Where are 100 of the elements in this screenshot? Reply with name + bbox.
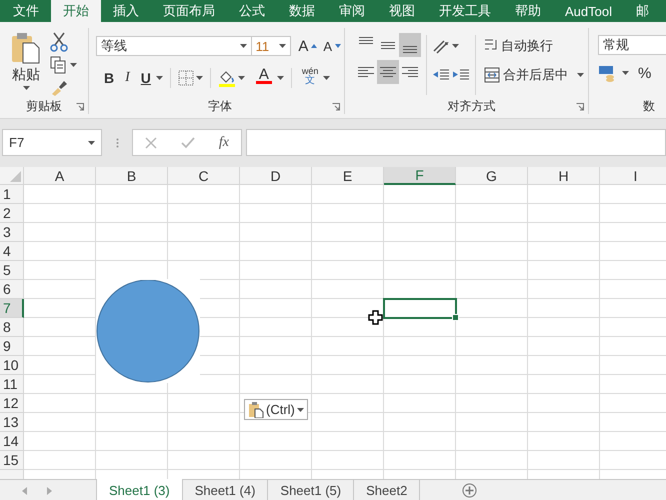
name-box[interactable]: F7 [2, 129, 102, 156]
dialog-launcher-icon[interactable] [576, 102, 584, 110]
row-header[interactable]: 6 [0, 280, 24, 299]
row-header[interactable]: 2 [0, 204, 24, 223]
drag-handle-icon [116, 138, 119, 148]
up-triangle-icon [311, 44, 318, 48]
sheet-tab[interactable]: Sheet1 (5) [268, 480, 354, 500]
align-lines-icon [380, 67, 396, 77]
sheet-tab[interactable]: Sheet1 (4) [182, 480, 268, 500]
caret-icon [296, 408, 304, 412]
caret-icon [622, 71, 629, 75]
dialog-launcher-icon[interactable] [332, 102, 340, 110]
row-header[interactable]: 14 [0, 432, 24, 451]
scissors-icon[interactable] [50, 32, 68, 52]
column-header[interactable]: G [456, 167, 528, 185]
menu-tab[interactable]: 帮助 [503, 0, 553, 22]
caret-icon [279, 44, 286, 48]
vertical-align-button[interactable] [399, 33, 421, 57]
sheet-tab[interactable]: Sheet2 [354, 480, 420, 500]
caret-icon [156, 76, 163, 80]
group-label: 数 [643, 98, 655, 115]
align-lines-icon [380, 42, 396, 48]
number-format-field[interactable]: 常规 [598, 35, 666, 55]
column-header[interactable]: A [24, 167, 96, 185]
row-header[interactable]: 1 [0, 185, 24, 204]
menu-tab[interactable]: 审阅 [327, 0, 377, 22]
menu-tab[interactable]: 开始 [51, 0, 101, 22]
menu-tab[interactable]: 页面布局 [151, 0, 227, 22]
caret-icon [70, 63, 77, 67]
row-header[interactable]: 3 [0, 223, 24, 242]
caret-icon [240, 44, 247, 48]
column-header[interactable]: F [384, 167, 456, 185]
font-size-field[interactable]: 11 [252, 36, 292, 56]
row-header[interactable]: 15 [0, 451, 24, 470]
merge-cells-icon [484, 67, 500, 83]
format-painter-icon[interactable] [50, 78, 68, 96]
caret-icon [323, 76, 330, 80]
row-header[interactable]: 12 [0, 394, 24, 413]
grow-font-button[interactable]: A [295, 35, 320, 57]
copy-icon[interactable] [50, 56, 66, 74]
dialog-launcher-icon[interactable] [76, 102, 84, 110]
row-header[interactable]: 11 [0, 375, 24, 394]
caret-icon [88, 140, 95, 144]
merge-center-button[interactable]: 合并后居中 [481, 62, 587, 88]
font-name-field[interactable]: 等线 [96, 36, 252, 56]
paste-button[interactable]: 粘贴 [8, 32, 44, 96]
caret-icon [276, 76, 284, 80]
italic-button[interactable]: I [119, 67, 136, 89]
caret-icon [196, 76, 203, 80]
currency-icon[interactable] [598, 64, 616, 82]
align-lines-icon [402, 67, 418, 77]
font-color-button[interactable]: A [252, 66, 275, 90]
row-header[interactable]: 13 [0, 413, 24, 432]
menu-tab[interactable]: 邮 [624, 0, 661, 22]
align-lines-icon [358, 67, 374, 77]
selected-cell[interactable] [383, 298, 457, 319]
column-header[interactable]: D [240, 167, 312, 185]
fill-color-icon[interactable] [218, 69, 236, 87]
menu-tab[interactable]: 文件 [1, 0, 51, 22]
group-label: 对齐方式 [448, 98, 496, 115]
down-triangle-icon [335, 44, 341, 48]
row-header[interactable]: 10 [0, 356, 24, 375]
menu-tab[interactable]: 数据 [277, 0, 327, 22]
wrap-text-button[interactable]: 自动换行 [481, 33, 587, 59]
paste-options-button[interactable]: (Ctrl) [244, 399, 308, 420]
borders-icon[interactable] [178, 70, 194, 86]
row-header[interactable]: 5 [0, 261, 24, 280]
row-header[interactable]: 9 [0, 337, 24, 356]
menu-tab[interactable]: 插入 [101, 0, 151, 22]
column-header[interactable]: E [312, 167, 384, 185]
caret-icon [22, 86, 30, 90]
caret-icon [577, 73, 584, 77]
bold-button[interactable]: B [101, 67, 118, 89]
sheet-tab[interactable]: Sheet1 (3) [96, 479, 183, 500]
cursor-icon [368, 310, 383, 325]
formula-input[interactable] [246, 129, 666, 156]
row-header[interactable]: 8 [0, 318, 24, 337]
percent-button[interactable]: % [635, 62, 654, 84]
menu-tab[interactable]: AudTool [553, 0, 624, 22]
row-header[interactable]: 7 [0, 299, 24, 318]
underline-button[interactable]: U [138, 67, 154, 89]
menu-tab[interactable]: 公式 [227, 0, 277, 22]
menu-tab[interactable]: 开发工具 [427, 0, 503, 22]
group-label: 字体 [208, 98, 232, 115]
phonetic-guide-button[interactable]: wén 文 [298, 67, 322, 89]
clipboard-icon [248, 401, 264, 418]
shrink-font-button[interactable]: A [320, 35, 344, 57]
cell-grid[interactable] [24, 185, 666, 479]
column-header[interactable]: C [168, 167, 240, 185]
checkmark-icon[interactable] [180, 136, 195, 148]
row-header[interactable]: 4 [0, 242, 24, 261]
column-header[interactable]: I [600, 167, 666, 185]
menu-tab[interactable]: 视图 [377, 0, 427, 22]
horizontal-align-button[interactable] [377, 60, 399, 84]
caret-icon [452, 44, 459, 48]
triangle-icon [10, 171, 21, 182]
column-header[interactable]: B [96, 167, 168, 185]
add-sheet-icon[interactable] [462, 483, 478, 498]
column-header[interactable]: H [528, 167, 600, 185]
insert-function-button[interactable]: fx [218, 134, 229, 150]
